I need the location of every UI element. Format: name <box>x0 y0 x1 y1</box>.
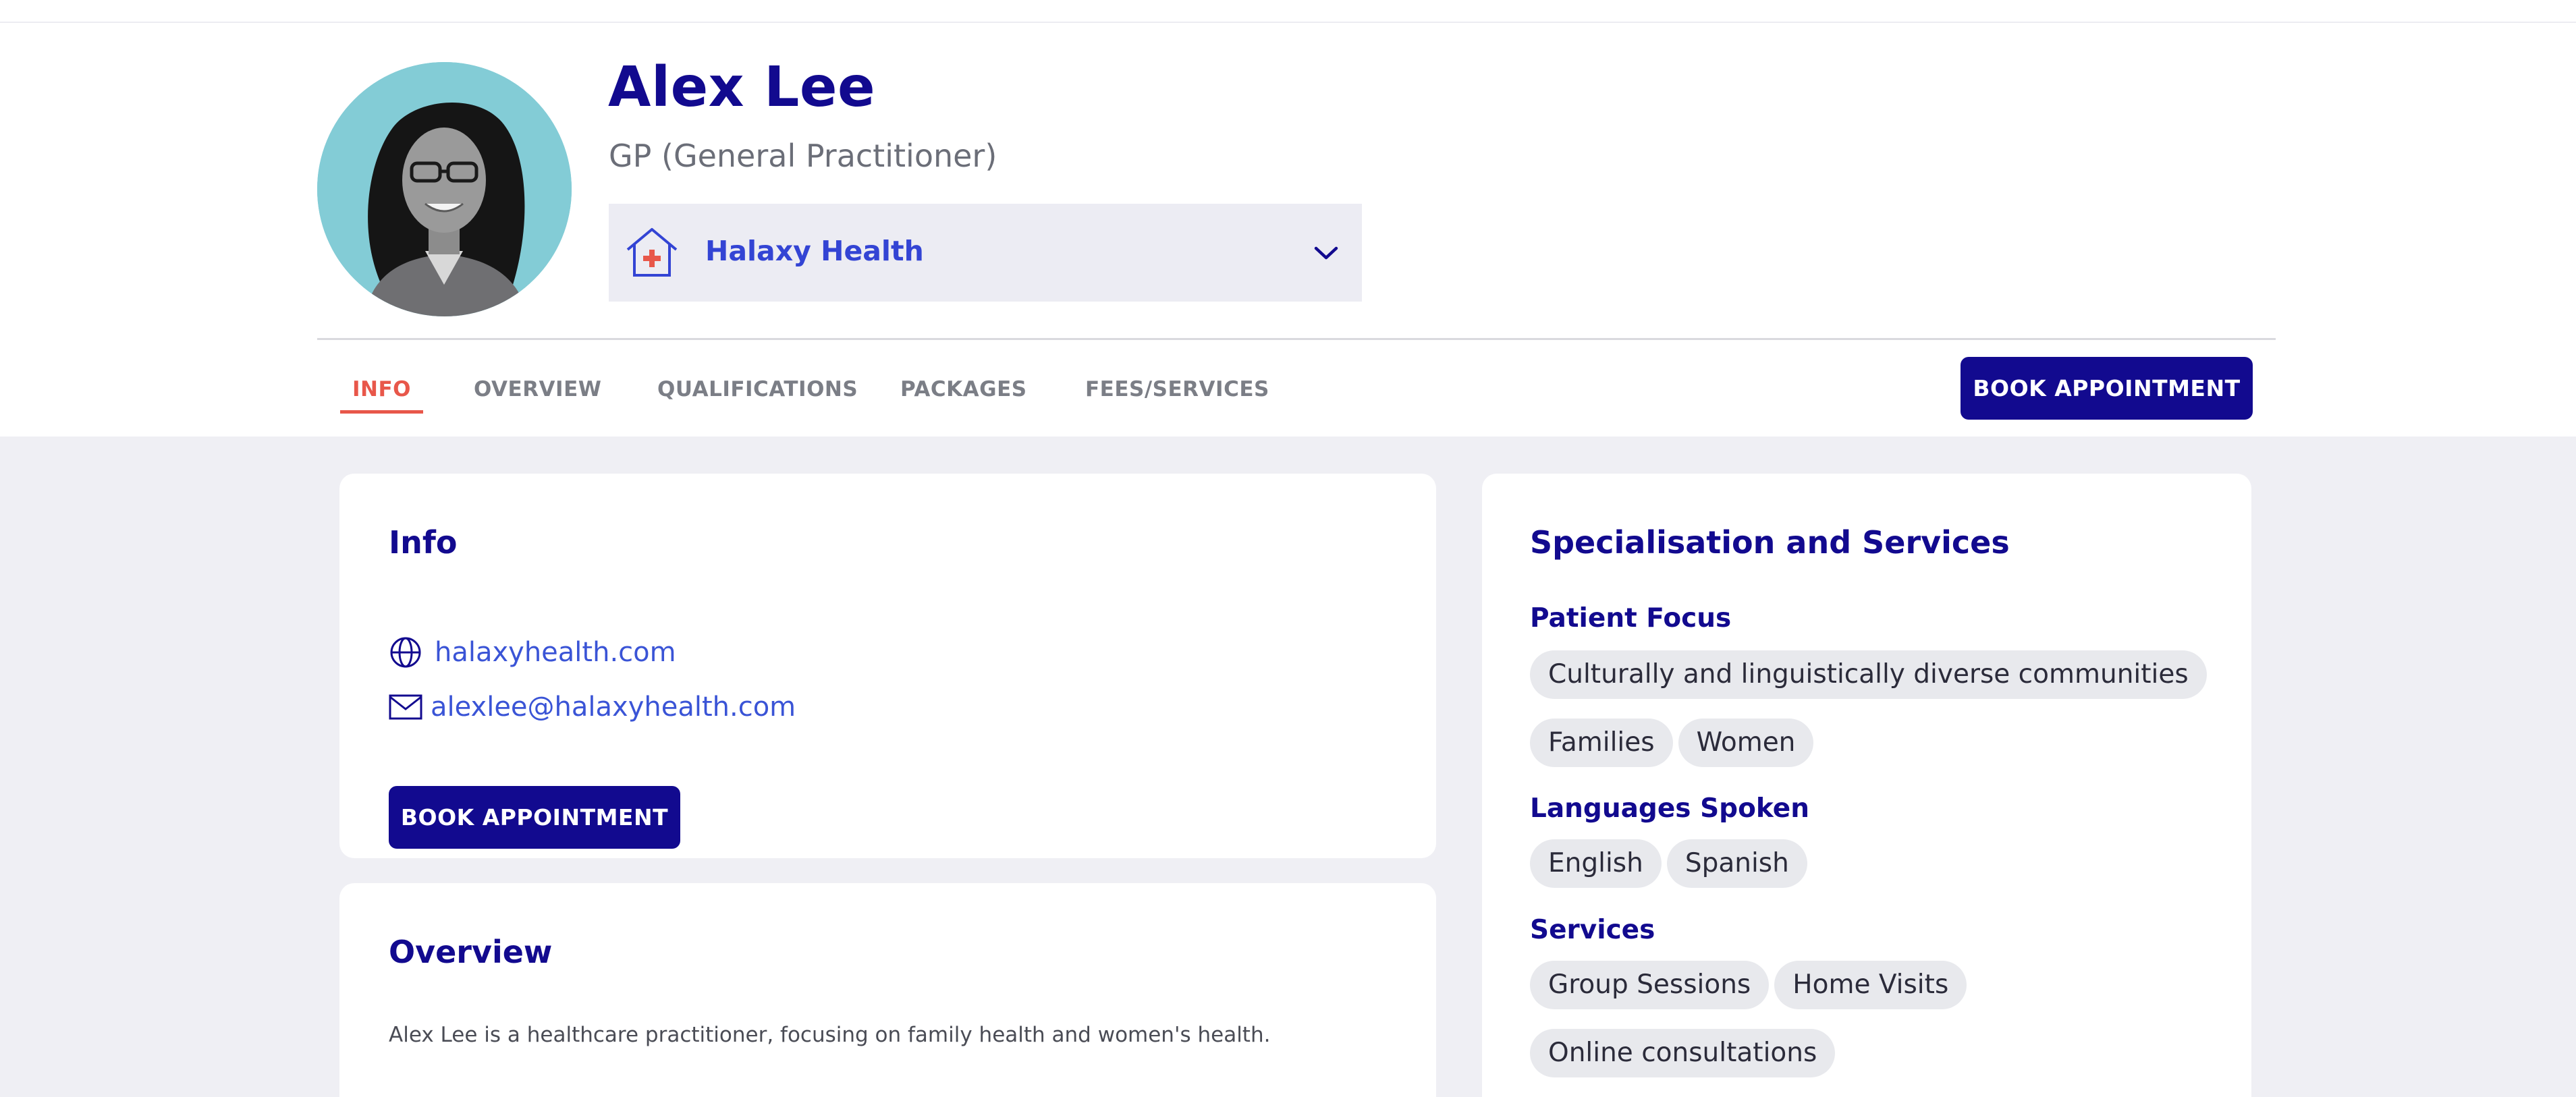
overview-card-title: Overview <box>389 934 553 970</box>
specialisation-card-title: Specialisation and Services <box>1530 524 2010 561</box>
patient-focus-chip: Culturally and linguistically diverse co… <box>1530 650 2207 699</box>
tab-qualifications[interactable]: QUALIFICATIONS <box>657 341 858 414</box>
practitioner-name: Alex Lee <box>608 55 876 119</box>
tab-fees-services[interactable]: FEES/SERVICES <box>1085 341 1269 414</box>
header-book-appointment-button[interactable]: BOOK APPOINTMENT <box>1961 357 2253 420</box>
service-chip: Home Visits <box>1774 961 1967 1009</box>
service-chips: Group Sessions Home Visits Online consult… <box>1530 961 2205 1097</box>
email-text: alexlee@halaxyhealth.com <box>431 692 796 723</box>
website-text: halaxyhealth.com <box>435 637 676 668</box>
tab-info[interactable]: INFO <box>339 341 424 414</box>
service-chip: Group Sessions <box>1530 961 1770 1009</box>
overview-card: Overview Alex Lee is a healthcare practi… <box>339 883 1436 1097</box>
header-divider <box>317 338 2276 340</box>
envelope-icon <box>389 694 422 720</box>
info-card-title: Info <box>389 524 458 561</box>
practitioner-role: GP (General Practitioner) <box>609 138 997 174</box>
patient-focus-chips: Culturally and linguistically diverse co… <box>1530 650 2207 787</box>
chevron-down-icon <box>1311 239 1342 267</box>
clinic-house-icon <box>624 224 680 281</box>
info-book-appointment-button[interactable]: BOOK APPOINTMENT <box>389 786 680 849</box>
tab-packages[interactable]: PACKAGES <box>900 341 1027 414</box>
services-heading: Services <box>1530 915 1655 945</box>
profile-content: Info halaxyhealth.com alexlee@halaxyheal… <box>0 437 2576 1097</box>
info-card: Info halaxyhealth.com alexlee@halaxyheal… <box>339 474 1436 858</box>
top-bar <box>0 0 2576 23</box>
language-chip: English <box>1530 839 1662 888</box>
email-link[interactable]: alexlee@halaxyhealth.com <box>389 692 796 723</box>
globe-icon <box>389 636 422 669</box>
languages-heading: Languages Spoken <box>1530 793 1809 824</box>
website-link[interactable]: halaxyhealth.com <box>389 636 676 669</box>
language-chips: English Spanish <box>1530 839 2205 907</box>
clinic-dropdown[interactable]: Halaxy Health <box>609 204 1362 302</box>
patient-focus-chip: Women <box>1678 719 1814 767</box>
service-chip: Online consultations <box>1530 1029 1836 1077</box>
patient-focus-heading: Patient Focus <box>1530 603 1732 634</box>
language-chip: Spanish <box>1666 839 1807 888</box>
practitioner-avatar <box>317 62 572 316</box>
specialisation-card: Specialisation and Services Patient Focu… <box>1482 474 2251 1097</box>
avatar-photo <box>317 62 572 316</box>
overview-text: Alex Lee is a healthcare practitioner, f… <box>389 1023 1271 1047</box>
patient-focus-chip: Families <box>1530 719 1673 767</box>
clinic-dropdown-value: Halaxy Health <box>705 235 924 267</box>
tab-overview[interactable]: OVERVIEW <box>474 341 601 414</box>
